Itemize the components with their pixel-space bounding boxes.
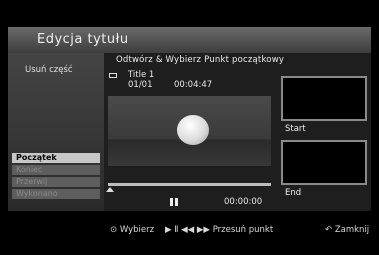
- return-icon: ↶: [325, 225, 333, 235]
- move-point-label: Przesuń punkt: [212, 225, 274, 235]
- left-panel: Usuń część: [8, 53, 104, 211]
- menu-item-abort[interactable]: Przerwij: [12, 177, 100, 187]
- end-label: End: [285, 188, 302, 198]
- chapter-indicator: 01/01: [128, 80, 153, 90]
- instruction-bar: ⊙ Wybierz ▶ Ⅱ ◀◀ ▶▶ Przesuń punkt ↶ Zamk…: [0, 222, 379, 238]
- select-hint: ⊙ Wybierz: [110, 225, 154, 235]
- close-hint: ↶ Zamknij: [325, 225, 369, 235]
- menu-item-done[interactable]: Wykonano: [12, 189, 100, 199]
- video-subject: [177, 115, 209, 145]
- select-icon: ⊙: [110, 225, 118, 235]
- window-title: Edycja tytułu: [37, 32, 129, 47]
- playback-controls-icon: ▶ Ⅱ ◀◀ ▶▶: [165, 225, 210, 235]
- title-icon: [109, 72, 123, 81]
- end-thumbnail[interactable]: [281, 140, 367, 185]
- content-header: Odtwórz & Wybierz Punkt początkowy: [116, 55, 285, 65]
- title-edit-screen: Edycja tytułu Usuń część Początek Koniec…: [0, 0, 379, 255]
- start-thumbnail[interactable]: [281, 76, 367, 121]
- start-label: Start: [285, 124, 306, 134]
- title-duration: 00:04:47: [174, 80, 213, 90]
- move-point-hint: ▶ Ⅱ ◀◀ ▶▶ Przesuń punkt: [165, 225, 273, 235]
- select-hint-label: Wybierz: [119, 225, 155, 235]
- menu-item-start[interactable]: Początek: [12, 153, 100, 163]
- progress-track[interactable]: [108, 183, 271, 186]
- video-preview: [108, 96, 271, 166]
- close-label: Zamknij: [334, 225, 370, 235]
- title-name: Title 1: [128, 70, 155, 80]
- current-time: 00:00:00: [224, 197, 263, 207]
- pause-icon: [170, 198, 179, 206]
- title-bar: Edycja tytułu: [8, 27, 371, 53]
- menu-item-end[interactable]: Koniec: [12, 165, 100, 175]
- progress-marker-icon[interactable]: [106, 187, 114, 192]
- mode-label: Usuń część: [25, 65, 73, 75]
